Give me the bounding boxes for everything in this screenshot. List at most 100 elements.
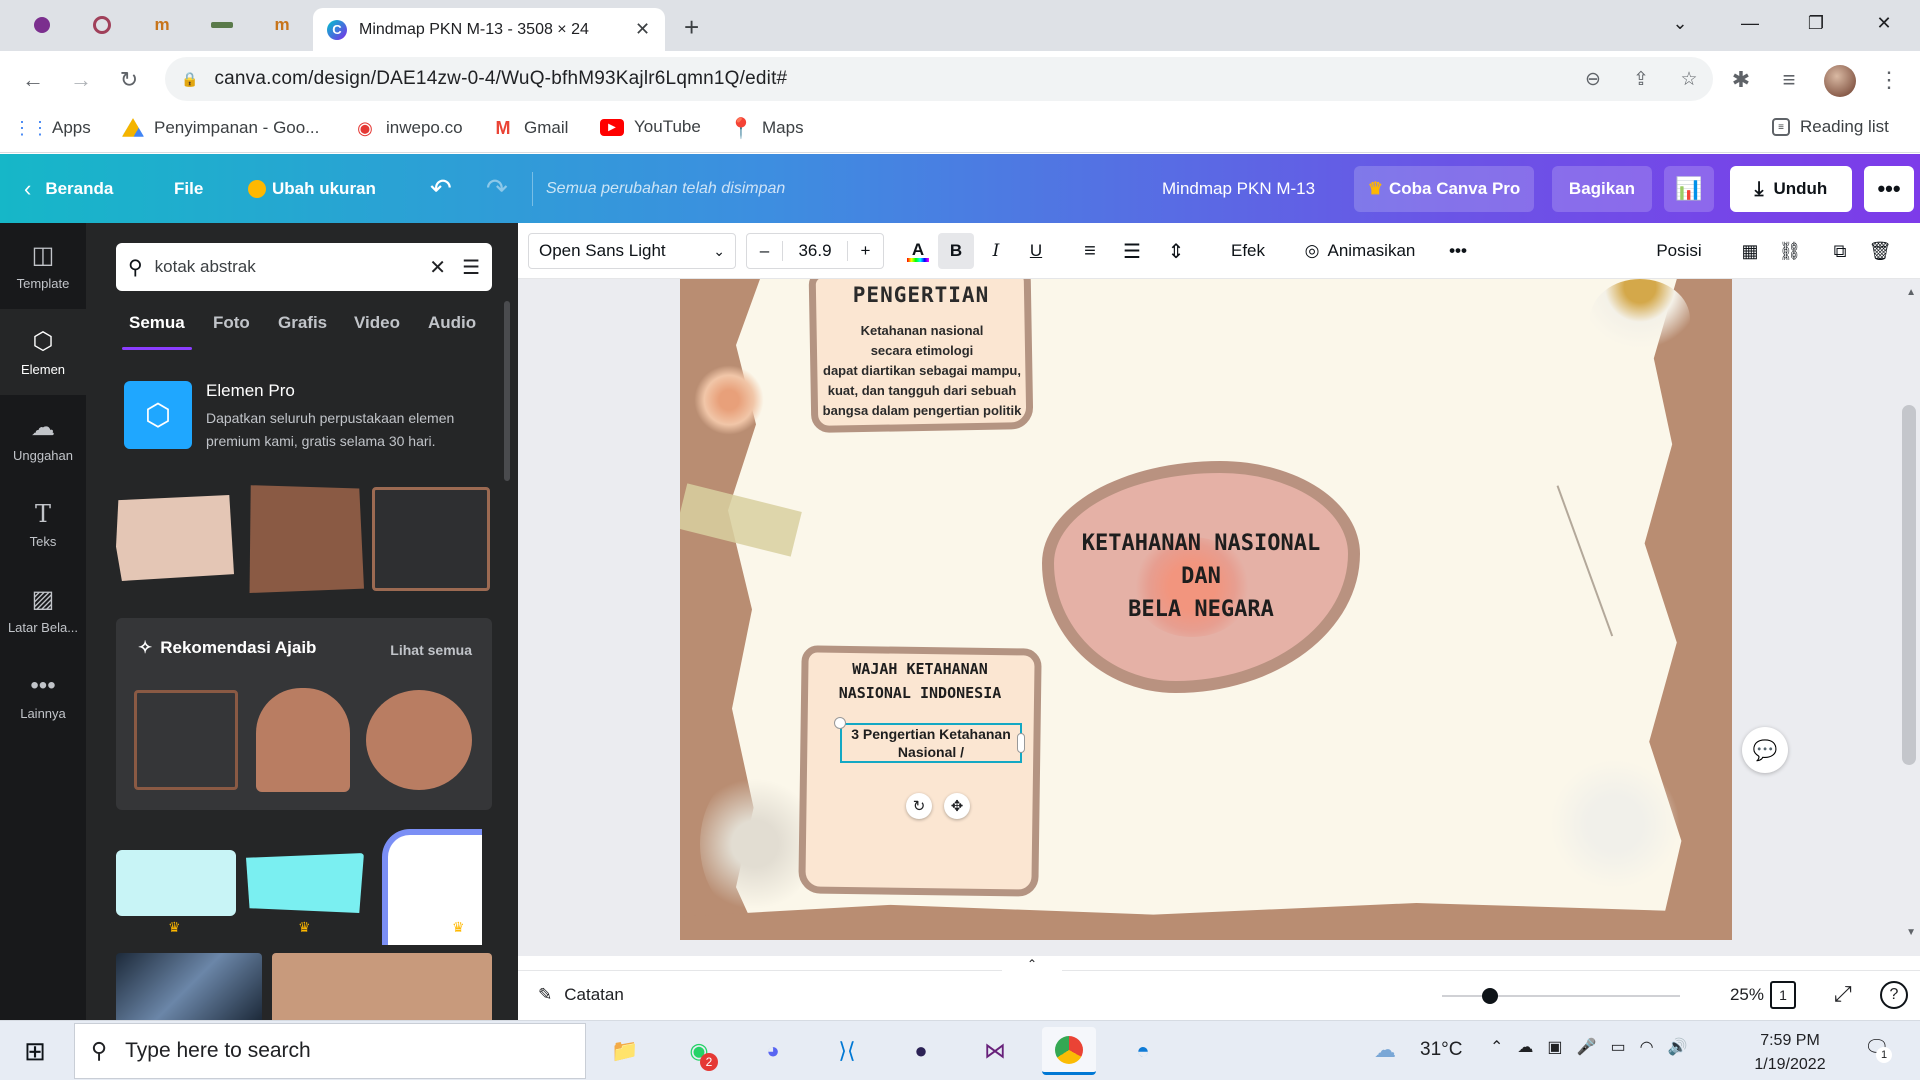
more-options-icon[interactable]: ••• — [1864, 166, 1914, 212]
weather-temp[interactable]: 31°C — [1420, 1039, 1462, 1061]
element-thumbnail[interactable] — [116, 495, 234, 581]
pinned-tab[interactable] — [12, 8, 72, 42]
element-thumbnail[interactable] — [134, 690, 238, 790]
decrease-size-button[interactable]: – — [747, 241, 783, 261]
tab-audio[interactable]: Audio — [428, 313, 476, 333]
chrome-menu-icon[interactable]: ⋮ — [1874, 65, 1904, 95]
tab-photos[interactable]: Foto — [213, 313, 250, 333]
whatsapp-icon[interactable]: ◉ 2 — [672, 1027, 726, 1075]
animate-button[interactable]: ◎ Animasikan — [1290, 233, 1430, 269]
definition-title[interactable]: PENGERTIAN — [810, 283, 1032, 307]
element-thumbnail[interactable] — [116, 953, 262, 1020]
clear-search-icon[interactable]: ✕ — [429, 255, 446, 280]
restore-button[interactable]: ❐ — [1788, 8, 1844, 38]
zoom-icon[interactable]: ⊖ — [1569, 68, 1617, 91]
link-icon[interactable]: ⛓ — [1774, 233, 1806, 269]
tab-video[interactable]: Video — [354, 313, 400, 333]
zoom-slider-knob[interactable] — [1481, 988, 1498, 1004]
discord-icon[interactable]: ◕ — [746, 1027, 800, 1075]
close-window-button[interactable]: ✕ — [1856, 8, 1912, 38]
filter-icon[interactable]: ☰ — [462, 255, 480, 280]
chevron-up-icon[interactable]: ⌃ — [1490, 1037, 1503, 1057]
align-center-icon[interactable]: ≡ — [1072, 233, 1108, 269]
search-input[interactable] — [154, 257, 405, 277]
element-thumbnail[interactable] — [246, 853, 364, 913]
spacing-icon[interactable]: ⇕ — [1158, 233, 1194, 269]
reload-button[interactable]: ↻ — [114, 65, 144, 95]
zoom-slider[interactable] — [1442, 988, 1680, 1004]
scroll-down-icon[interactable]: ▼ — [1906, 927, 1916, 938]
close-tab-icon[interactable]: ✕ — [635, 19, 650, 40]
notification-icon[interactable]: 🗨 1 — [1864, 1035, 1892, 1063]
effects-button[interactable]: Efek — [1218, 233, 1278, 269]
element-thumbnail[interactable] — [382, 829, 482, 945]
bookmark-inwepo[interactable]: ◉ inwepo.co — [354, 117, 462, 139]
new-tab-button[interactable]: + — [684, 12, 699, 43]
scroll-up-icon[interactable]: ▲ — [1906, 287, 1916, 298]
visual-studio-icon[interactable]: ⋈ — [968, 1027, 1022, 1075]
move-handle-icon[interactable]: ✥ — [944, 793, 970, 819]
resize-handle[interactable] — [1017, 733, 1025, 753]
expand-pages-icon[interactable]: ⌃ — [1002, 957, 1062, 971]
pro-title[interactable]: Elemen Pro — [206, 381, 295, 401]
extensions-icon[interactable]: ✱ — [1726, 65, 1756, 95]
font-size-stepper[interactable]: – 36.9 + — [746, 233, 884, 269]
profile-avatar[interactable] — [1824, 65, 1856, 97]
file-menu[interactable]: File — [174, 154, 203, 223]
edge-icon[interactable]: ◓ — [1116, 1027, 1170, 1075]
bookmark-drive[interactable]: Penyimpanan - Goo... — [122, 117, 319, 139]
sidebar-item-background[interactable]: ▨ Latar Bela... — [0, 567, 86, 653]
transparency-icon[interactable]: ▦ — [1734, 233, 1766, 269]
see-all-link[interactable]: Lihat semua — [390, 642, 472, 658]
pinned-tab[interactable]: m — [132, 8, 192, 42]
pinned-tab[interactable]: m — [252, 8, 312, 42]
share-button[interactable]: Bagikan — [1552, 166, 1652, 212]
reading-list-button[interactable]: ≡ Reading list — [1772, 117, 1889, 137]
rotate-handle-icon[interactable]: ↻ — [906, 793, 932, 819]
pinned-tab[interactable] — [192, 8, 252, 42]
sidebar-item-more[interactable]: ••• Lainnya — [0, 653, 86, 739]
text-color-button[interactable]: A — [900, 233, 936, 269]
download-button[interactable]: ⤓ Unduh — [1730, 166, 1852, 212]
resize-button[interactable]: Ubah ukuran — [248, 154, 376, 223]
sidebar-item-elements[interactable]: ⬡ Elemen — [0, 309, 86, 395]
zoom-value[interactable]: 25% — [1694, 985, 1764, 1005]
back-button[interactable]: ← — [18, 65, 48, 95]
file-explorer-icon[interactable]: 📁 — [598, 1027, 652, 1075]
canvas-scrollbar[interactable] — [1902, 405, 1916, 765]
battery-icon[interactable]: ▭ — [1610, 1037, 1625, 1057]
design-page[interactable]: PENGERTIAN Ketahanan nasional secara eti… — [680, 279, 1732, 940]
sidebar-item-template[interactable]: ◫ Template — [0, 223, 86, 309]
onedrive-icon[interactable]: ☁ — [1517, 1037, 1533, 1057]
bullet-list-icon[interactable]: ☰ — [1114, 233, 1150, 269]
element-thumbnail[interactable] — [366, 690, 472, 790]
help-icon[interactable]: ? — [1880, 981, 1908, 1009]
bookmark-gmail[interactable]: M Gmail — [492, 117, 569, 139]
position-button[interactable]: Posisi — [1644, 233, 1714, 269]
windows-start-icon[interactable]: ⊞ — [8, 1027, 62, 1075]
redo-icon[interactable]: ↷ — [486, 154, 508, 223]
add-comment-icon[interactable]: 💬 — [1742, 727, 1788, 773]
eclipse-icon[interactable]: ● — [894, 1027, 948, 1075]
bookmark-maps[interactable]: 📍 Maps — [729, 117, 804, 140]
forward-button[interactable]: → — [66, 65, 96, 95]
italic-button[interactable]: I — [978, 233, 1014, 269]
element-thumbnail[interactable] — [256, 688, 350, 792]
font-family-select[interactable]: Open Sans Light ⌄ — [528, 233, 736, 269]
meet-icon[interactable]: ▣ — [1547, 1037, 1562, 1057]
element-thumbnail[interactable] — [272, 953, 492, 1020]
tab-all[interactable]: Semua — [129, 313, 185, 333]
indonesia-title[interactable]: WAJAH KETAHANAN NASIONAL INDONESIA — [800, 657, 1040, 705]
try-pro-button[interactable]: ♛ Coba Canva Pro — [1354, 166, 1534, 212]
increase-size-button[interactable]: + — [847, 241, 883, 261]
tab-search-icon[interactable]: ⌄ — [1652, 8, 1708, 38]
omnibox[interactable]: 🔒 canva.com/design/DAE14zw-0-4/WuQ-bfhM9… — [165, 57, 1713, 101]
sidebar-item-text[interactable]: T Teks — [0, 481, 86, 567]
page-number-button[interactable]: 1 — [1770, 981, 1796, 1009]
vscode-icon[interactable]: ⟩⟨ — [820, 1027, 874, 1075]
share-icon[interactable]: ⇪ — [1617, 68, 1665, 91]
undo-icon[interactable]: ↶ — [430, 154, 452, 223]
volume-icon[interactable]: 🔊 — [1668, 1037, 1688, 1057]
horizontal-scrollbar[interactable] — [528, 949, 1894, 955]
wifi-icon[interactable]: ◠ — [1640, 1037, 1654, 1057]
